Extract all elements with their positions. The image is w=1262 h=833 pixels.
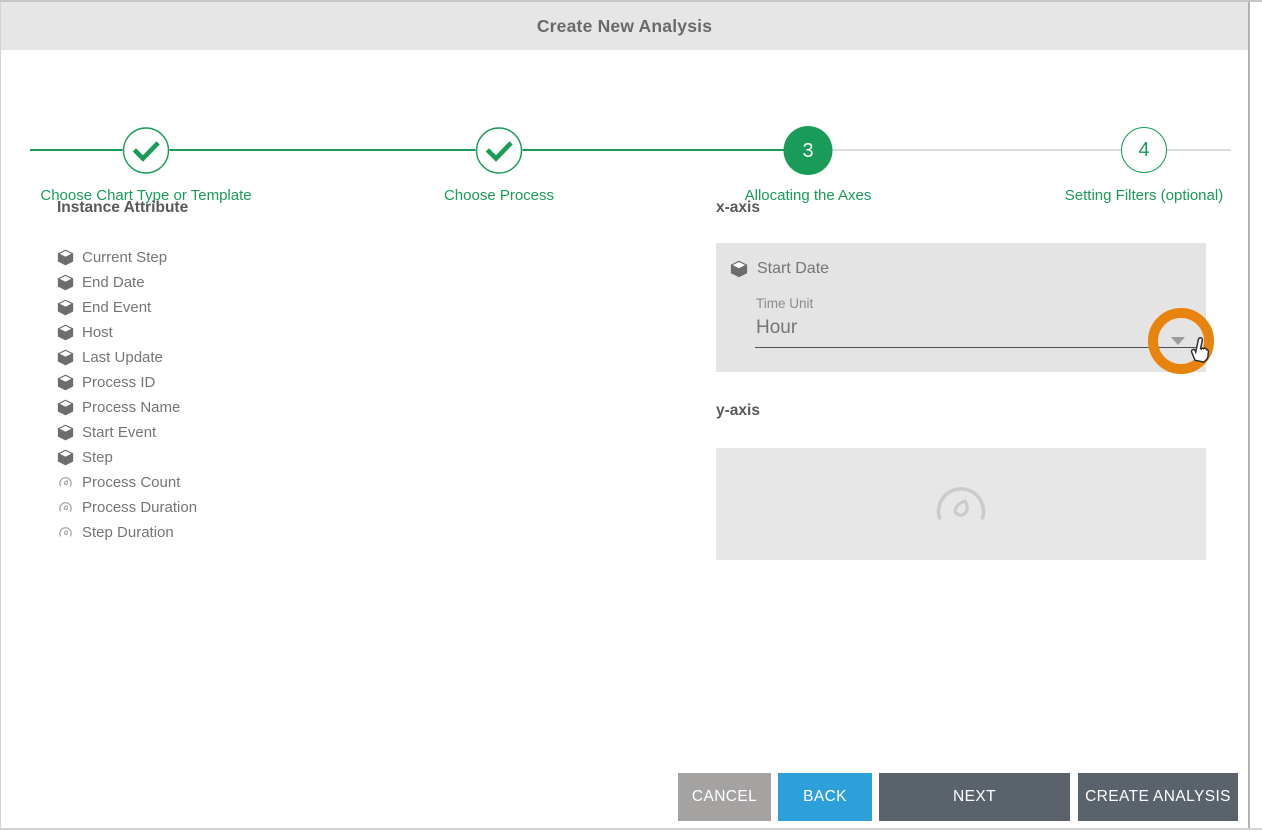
attribute-label: Last Update xyxy=(82,349,163,366)
dialog-border-left xyxy=(0,2,1,830)
attribute-list: Current Step End Date End Event Host Las… xyxy=(57,245,197,545)
next-button[interactable]: NEXT xyxy=(879,773,1070,821)
x-axis-attribute-label: Start Date xyxy=(757,260,830,277)
gauge-icon xyxy=(57,524,74,541)
y-axis-heading: y-axis xyxy=(716,402,760,419)
attribute-label: Start Event xyxy=(82,424,157,441)
attribute-item[interactable]: End Event xyxy=(57,295,197,320)
x-axis-dropzone[interactable]: Start Date Time Unit Hour xyxy=(716,243,1206,372)
cube-icon xyxy=(730,260,748,278)
dialog-border-right xyxy=(1248,2,1250,829)
cube-icon xyxy=(57,249,74,266)
dialog-border-bottom xyxy=(0,828,1262,830)
select-underline xyxy=(755,347,1199,348)
attribute-label: Host xyxy=(82,324,113,341)
step-number: 3 xyxy=(802,139,814,162)
cube-icon xyxy=(57,449,74,466)
create-analysis-button[interactable]: CREATE ANALYSIS xyxy=(1078,773,1238,821)
cube-icon xyxy=(57,399,74,416)
step-check-circle[interactable] xyxy=(122,127,170,174)
attribute-label: End Event xyxy=(82,299,152,316)
step-label: Allocating the Axes xyxy=(744,187,872,204)
x-axis-heading: x-axis xyxy=(716,199,760,216)
cube-icon xyxy=(57,374,74,391)
attribute-label: Step xyxy=(82,449,113,466)
cube-icon xyxy=(57,424,74,441)
dialog-header: Create New Analysis xyxy=(1,2,1248,50)
cube-icon xyxy=(57,324,74,341)
attribute-item[interactable]: Process ID xyxy=(57,370,197,395)
attribute-item[interactable]: Start Event xyxy=(57,420,197,445)
attribute-item[interactable]: Current Step xyxy=(57,245,197,270)
back-button[interactable]: BACK xyxy=(778,773,872,821)
cancel-button[interactable]: CANCEL xyxy=(678,773,771,821)
attribute-item[interactable]: Host xyxy=(57,320,197,345)
cube-icon xyxy=(57,349,74,366)
gauge-icon xyxy=(57,499,74,516)
time-unit-label: Time Unit xyxy=(756,296,814,311)
step-check-circle[interactable] xyxy=(475,127,523,174)
dialog-border-top xyxy=(0,0,1262,2)
attribute-label: Step Duration xyxy=(82,524,174,541)
cube-icon xyxy=(57,299,74,316)
gauge-placeholder-icon xyxy=(928,480,994,529)
attribute-item[interactable]: Step Duration xyxy=(57,520,197,545)
time-unit-value: Hour xyxy=(756,317,798,338)
step-number-circle[interactable]: 3 xyxy=(783,126,833,175)
cube-icon xyxy=(57,274,74,291)
stepper: Choose Chart Type or Template Choose Pro… xyxy=(0,50,1250,204)
dialog-title: Create New Analysis xyxy=(536,15,713,36)
step-label: Setting Filters (optional) xyxy=(1064,187,1224,204)
attribute-item[interactable]: Process Name xyxy=(57,395,197,420)
attribute-item[interactable]: Process Count xyxy=(57,470,197,495)
attribute-label: Process Duration xyxy=(82,499,198,516)
attribute-label: End Date xyxy=(82,274,145,291)
create-analysis-dialog: Create New Analysis Choose Chart Type or… xyxy=(0,0,1262,833)
attribute-item[interactable]: Process Duration xyxy=(57,495,197,520)
step-number: 4 xyxy=(1138,139,1150,161)
y-axis-dropzone[interactable] xyxy=(716,448,1206,560)
x-axis-assigned-attribute[interactable]: Start Date xyxy=(730,260,829,278)
attribute-label: Current Step xyxy=(82,249,168,266)
attribute-item[interactable]: End Date xyxy=(57,270,197,295)
step-number-circle[interactable]: 4 xyxy=(1121,127,1167,173)
hand-cursor-icon xyxy=(1190,337,1210,363)
attribute-label: Process ID xyxy=(82,374,156,391)
attribute-item[interactable]: Step xyxy=(57,445,197,470)
attribute-item[interactable]: Last Update xyxy=(57,345,197,370)
gauge-icon xyxy=(57,474,74,491)
attribute-label: Process Name xyxy=(82,399,181,416)
step-label: Choose Process xyxy=(443,187,555,204)
stepper-connector-upcoming xyxy=(808,149,1231,151)
attributes-heading: Instance Attribute xyxy=(57,199,189,216)
attribute-label: Process Count xyxy=(82,474,181,491)
